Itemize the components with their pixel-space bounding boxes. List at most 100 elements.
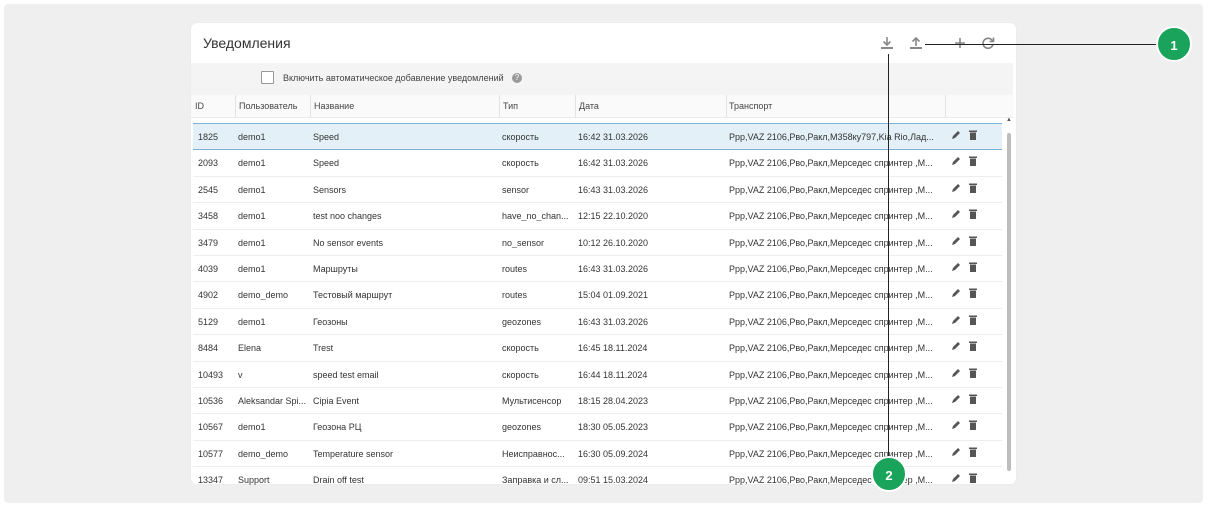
cell-type: geozones [502, 316, 542, 327]
table-row[interactable]: 1825 demo1 Speed скорость 16:42 31.03.2026 Pp… [193, 123, 1002, 151]
cell-type: скорость [502, 158, 539, 169]
cell-date: 16:43 31.03.2026 [578, 263, 649, 274]
cell-user: demo1 [238, 263, 266, 274]
trash-icon[interactable] [967, 208, 979, 220]
edit-icon[interactable] [950, 314, 962, 326]
cell-transport: Ppp,VAZ 2106,Рво,Ракл,Мерседес спринтер … [729, 237, 933, 248]
edit-icon[interactable] [950, 446, 962, 458]
trash-icon[interactable] [967, 235, 979, 247]
table-row[interactable]: 2545 demo1 Sensors sensor 16:43 31.03.2026 Pp… [193, 177, 1002, 204]
table-row[interactable]: 4902 demo_demo Тестовый маршрут routes 15:04… [193, 282, 1002, 309]
trash-icon[interactable] [967, 314, 979, 326]
table-row[interactable]: 2093 demo1 Speed скорость 16:42 31.03.2026 Pp… [193, 150, 1002, 177]
cell-name: Маршруты [313, 263, 358, 274]
edit-icon[interactable] [950, 340, 962, 352]
download-icon[interactable] [879, 35, 895, 51]
trash-icon[interactable] [967, 340, 979, 352]
col-date-header[interactable]: Дата [579, 101, 599, 111]
cell-id: 10577 [198, 448, 224, 459]
table-header: ID Пользователь Название Тип Дата Трансп… [191, 95, 1013, 118]
callout-line-2 [888, 54, 889, 459]
cell-name: Sensors [313, 184, 347, 195]
table-row[interactable]: 3458 demo1 test noo changes have_no_chan...… [193, 203, 1002, 230]
cell-transport: Ppp,VAZ 2106,Рво,Ракл,Мерседес спринтер … [729, 316, 933, 327]
cell-id: 4902 [198, 290, 219, 301]
cell-date: 16:30 05.09.2024 [578, 448, 649, 459]
col-transport-header[interactable]: Транспорт [729, 101, 772, 111]
cell-name: No sensor events [313, 237, 384, 248]
column-divider [499, 95, 500, 117]
trash-icon[interactable] [967, 287, 979, 299]
cell-id: 1825 [198, 132, 219, 142]
cell-user: Elena [238, 343, 262, 354]
trash-icon[interactable] [967, 419, 979, 431]
cell-id: 10567 [198, 422, 224, 433]
cell-id: 8484 [198, 343, 219, 354]
cell-transport: Ppp,VAZ 2106,Рво,Ракл,Мерседес спринтер … [729, 343, 933, 354]
cell-type: sensor [502, 184, 530, 195]
cell-user: demo1 [238, 237, 266, 248]
cell-user: v [238, 369, 243, 380]
cell-id: 3479 [198, 237, 219, 248]
cell-transport: Ppp,VAZ 2106,Рво,Ракл,Мерседес спринтер … [729, 158, 933, 169]
trash-icon[interactable] [967, 446, 979, 458]
cell-transport: Ppp,VAZ 2106,Рво,Ракл,М358ку797,Kia Rio,… [729, 132, 934, 142]
cell-date: 16:42 31.03.2026 [578, 158, 649, 169]
cell-user: demo_demo [238, 448, 289, 459]
trash-icon[interactable] [967, 155, 979, 167]
upload-icon[interactable] [908, 35, 924, 51]
edit-icon[interactable] [950, 419, 962, 431]
cell-date: 16:43 31.03.2026 [578, 316, 649, 327]
table-row[interactable]: 5129 demo1 Геозоны geozones 16:43 31.03.2026… [193, 309, 1002, 336]
col-name-header[interactable]: Название [314, 101, 354, 111]
trash-icon[interactable] [967, 367, 979, 379]
edit-icon[interactable] [950, 129, 962, 141]
edit-icon[interactable] [950, 393, 962, 405]
cell-name: Trest [313, 343, 334, 354]
edit-icon[interactable] [950, 287, 962, 299]
scrollbar-thumb[interactable] [1007, 133, 1011, 471]
table-row[interactable]: 10536 Aleksandar Spi... Cipia Event Мультис… [193, 388, 1002, 415]
cell-user: demo1 [238, 158, 266, 169]
page-title: Уведомления [203, 35, 291, 51]
trash-icon[interactable] [967, 393, 979, 405]
table-row[interactable]: 8484 Elena Trest скорость 16:45 18.11.2024 Pp… [193, 335, 1002, 362]
cell-date: 10:12 26.10.2020 [578, 237, 649, 248]
trash-icon[interactable] [967, 182, 979, 194]
cell-user: demo1 [238, 316, 266, 327]
auto-add-checkbox[interactable] [261, 71, 274, 84]
col-id-header[interactable]: ID [195, 101, 204, 111]
scroll-up-arrow-icon[interactable]: ▲ [1006, 117, 1012, 123]
vertical-scrollbar[interactable]: ▲ [1006, 117, 1012, 477]
table-row[interactable]: 10567 demo1 Геозона РЦ geozones 18:30 05.05.… [193, 414, 1002, 441]
table-row[interactable]: 3479 demo1 No sensor events no_sensor 10:12 … [193, 230, 1002, 256]
refresh-icon[interactable] [980, 35, 996, 51]
cell-transport: Ppp,VAZ 2106,Рво,Ракл,Мерседес спринтер … [729, 211, 933, 222]
column-divider [575, 95, 576, 117]
edit-icon[interactable] [950, 367, 962, 379]
help-icon[interactable]: ? [512, 73, 522, 83]
plus-icon[interactable] [952, 35, 968, 51]
cell-transport: Ppp,VAZ 2106,Рво,Ракл,Мерседес спринтер … [729, 422, 933, 433]
cell-name: Speed [313, 158, 340, 169]
cell-user: Support [238, 475, 270, 486]
table-row[interactable]: 4039 demo1 Маршруты routes 16:43 31.03.2026 P… [193, 256, 1002, 283]
cell-transport: Ppp,VAZ 2106,Рво,Ракл,Мерседес спринтер … [729, 475, 933, 486]
notifications-panel: Уведомления Включить автоматическое доба… [191, 23, 1016, 494]
cell-user: demo1 [238, 422, 266, 433]
notifications-table-body: 1825 demo1 Speed скорость 16:42 31.03.2026 Pp… [193, 123, 1002, 494]
col-type-header[interactable]: Тип [503, 101, 518, 111]
edit-icon[interactable] [950, 472, 962, 484]
edit-icon[interactable] [950, 261, 962, 273]
edit-icon[interactable] [950, 155, 962, 167]
cell-name: test noo changes [313, 211, 382, 222]
edit-icon[interactable] [950, 182, 962, 194]
trash-icon[interactable] [967, 261, 979, 273]
edit-icon[interactable] [950, 208, 962, 220]
table-row[interactable]: 10493 v speed test email скорость 16:44 18.1… [193, 362, 1002, 388]
trash-icon[interactable] [967, 472, 979, 484]
cell-transport: Ppp,VAZ 2106,Рво,Ракл,Мерседес спринтер … [729, 448, 933, 459]
col-user-header[interactable]: Пользователь [239, 101, 297, 111]
trash-icon[interactable] [967, 129, 979, 141]
edit-icon[interactable] [950, 235, 962, 247]
